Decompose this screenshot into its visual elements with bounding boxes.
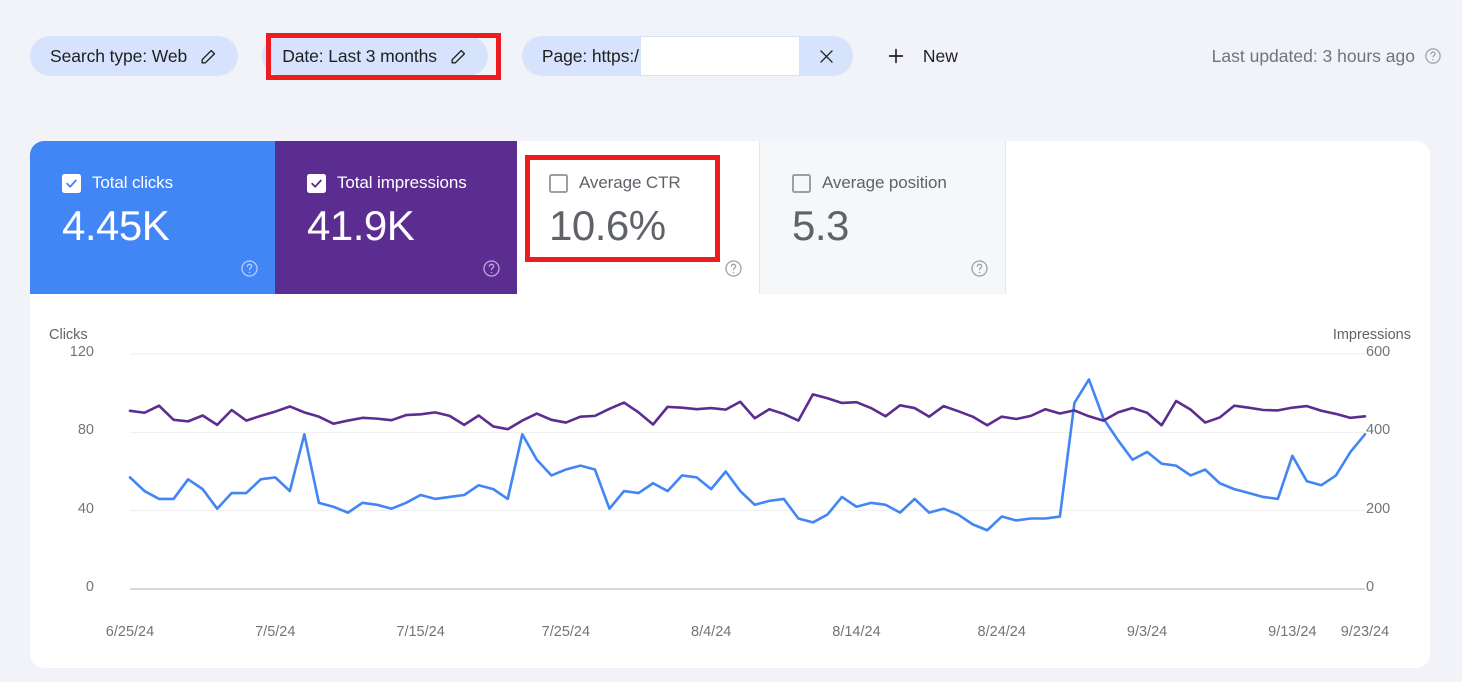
chart-line-impressions	[128, 393, 1367, 431]
x-axis-tick: 7/5/24	[255, 624, 296, 640]
checkbox-checked-icon[interactable]	[62, 173, 81, 193]
pencil-icon	[449, 47, 468, 66]
total-clicks-header: Total clicks	[62, 173, 275, 193]
average-position-title: Average position	[822, 173, 947, 192]
new-filter-button[interactable]: New	[875, 39, 968, 73]
average-position-value: 5.3	[792, 202, 849, 249]
x-axis-tick: 9/3/24	[1126, 624, 1168, 640]
total-clicks-title: Total clicks	[92, 173, 173, 192]
redacted-url-value	[640, 37, 799, 75]
plus-icon	[885, 45, 907, 67]
average-ctr-title: Average CTR	[579, 173, 681, 192]
filter-bar: Search type: Web Date: Last 3 months Pag…	[0, 20, 1462, 92]
x-axis-tick: 9/13/24	[1268, 624, 1317, 640]
x-axis-tick: 8/14/24	[832, 624, 881, 640]
last-updated-label: Last updated: 3 hours ago	[1211, 45, 1415, 66]
metric-cards-row: Total clicks 4.45K Total impressions 41.…	[30, 141, 1006, 294]
average-ctr-card[interactable]: Average CTR 10.6%	[517, 141, 760, 294]
help-icon[interactable]	[724, 259, 743, 278]
checkbox-unchecked-icon[interactable]	[549, 173, 568, 193]
x-axis-tick: 7/15/24	[396, 624, 445, 640]
new-filter-label: New	[922, 45, 958, 66]
date-filter-label: Date: Last 3 months	[282, 45, 437, 66]
average-position-header: Average position	[792, 173, 1005, 193]
help-icon[interactable]	[970, 259, 989, 278]
last-updated-status: Last updated: 3 hours ago	[1212, 46, 1450, 67]
total-impressions-title: Total impressions	[337, 173, 467, 192]
total-impressions-header: Total impressions	[307, 173, 517, 193]
search-type-filter-label: Search type: Web	[50, 45, 188, 66]
date-filter-chip[interactable]: Date: Last 3 months	[262, 36, 488, 76]
x-axis-tick: 8/24/24	[977, 624, 1026, 640]
help-icon[interactable]	[482, 259, 501, 278]
help-icon[interactable]	[240, 259, 259, 278]
x-axis-tick: 9/23/24	[1340, 624, 1390, 640]
average-ctr-header: Average CTR	[549, 173, 759, 193]
close-icon[interactable]	[815, 44, 839, 68]
help-icon[interactable]	[1424, 47, 1442, 65]
x-axis-tick: 8/4/24	[691, 624, 732, 640]
total-clicks-card[interactable]: Total clicks 4.45K	[30, 141, 275, 294]
total-clicks-value: 4.45K	[62, 202, 170, 249]
checkbox-checked-icon[interactable]	[307, 173, 326, 193]
average-ctr-value: 10.6%	[549, 202, 666, 249]
chart-plot-area	[128, 353, 1367, 590]
checkbox-unchecked-icon[interactable]	[792, 173, 811, 193]
search-type-filter-chip[interactable]: Search type: Web	[30, 36, 239, 76]
average-position-card[interactable]: Average position 5.3	[760, 141, 1006, 294]
x-axis-tick: 6/25/24	[105, 624, 155, 640]
performance-panel: Total clicks 4.45K Total impressions 41.…	[30, 141, 1430, 668]
page-filter-chip[interactable]: Page: https:/	[521, 36, 853, 76]
pencil-icon	[199, 47, 218, 66]
total-impressions-card[interactable]: Total impressions 41.9K	[275, 141, 517, 294]
total-impressions-value: 41.9K	[307, 202, 415, 249]
page-filter-label: Page: https:/	[541, 45, 639, 66]
x-axis-tick: 7/25/24	[541, 624, 591, 640]
performance-chart[interactable]: Clicks Impressions 120 80 40 0 600 400 2…	[30, 294, 1430, 668]
